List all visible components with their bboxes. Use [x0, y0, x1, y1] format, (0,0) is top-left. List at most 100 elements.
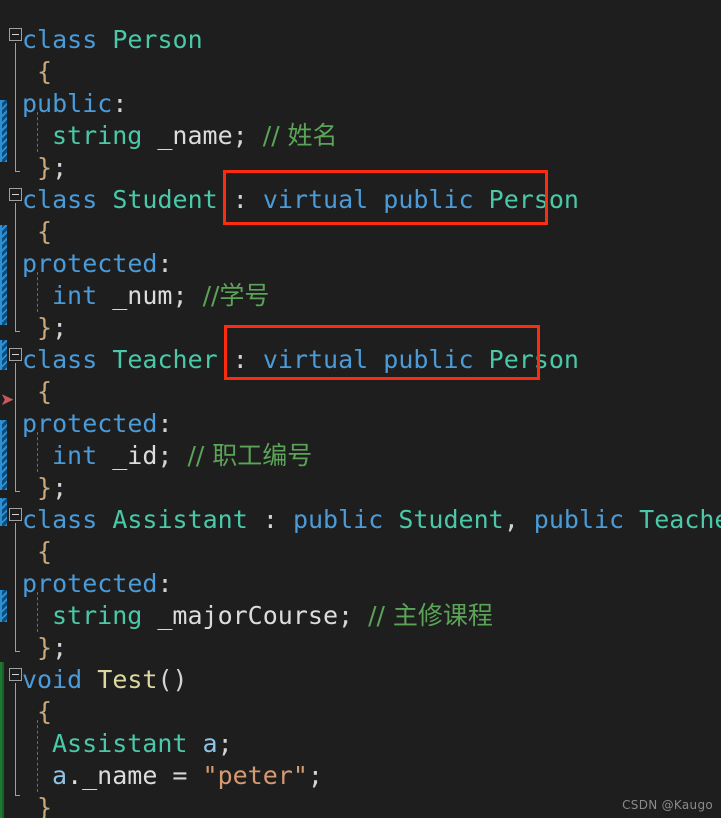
code-token: : — [157, 569, 173, 598]
code-token: _majorCourse — [157, 601, 338, 630]
code-token: : — [112, 89, 128, 118]
code-token: ; — [217, 729, 233, 758]
code-token: string — [52, 601, 143, 630]
code-token: Teacher — [639, 505, 721, 534]
indent-guide — [37, 592, 38, 632]
code-token: { — [37, 217, 53, 246]
code-token: class — [22, 505, 98, 534]
code-token: () — [157, 665, 188, 694]
code-token: Assistant — [112, 505, 248, 534]
code-token: "peter" — [202, 761, 308, 790]
code-token: int — [52, 441, 98, 470]
code-token: _num — [112, 281, 173, 310]
code-token: Student — [398, 505, 504, 534]
code-token: _name — [157, 121, 233, 150]
code-token: class — [22, 25, 98, 54]
code-token: ; — [307, 761, 323, 790]
code-token: { — [37, 57, 53, 86]
watermark-text: CSDN @Kaugo — [622, 798, 713, 812]
code-token: class — [22, 185, 98, 214]
code-token: ; — [52, 153, 68, 182]
code-token: } — [37, 633, 53, 662]
code-token: { — [37, 697, 53, 726]
code-line[interactable]: string _name; // 姓名 — [52, 116, 338, 156]
code-token: Test — [97, 665, 158, 694]
code-line[interactable]: class Student : virtual public Person — [22, 180, 579, 220]
code-token: protected — [22, 569, 158, 598]
code-line[interactable]: a._name = "peter"; — [52, 756, 323, 796]
code-line[interactable]: class Teacher : virtual public Person — [22, 340, 579, 380]
code-token: Assistant — [52, 729, 188, 758]
code-token: : — [217, 185, 263, 214]
code-line[interactable]: int _id; // 职工编号 — [52, 436, 312, 476]
code-line[interactable]: int _num; //学号 — [52, 276, 269, 316]
code-line[interactable]: string _majorCourse; // 主修课程 — [52, 596, 493, 636]
code-token: _id — [112, 441, 158, 470]
code-token: // 姓名 — [262, 121, 338, 150]
code-token: virtual — [262, 185, 369, 214]
code-token: a — [202, 729, 218, 758]
code-token: ._name — [67, 761, 158, 790]
code-line[interactable]: { — [37, 692, 52, 732]
code-token: : — [217, 345, 263, 374]
code-token: public — [292, 505, 384, 534]
code-token: } — [37, 473, 53, 502]
code-token: : — [157, 409, 173, 438]
code-token: protected — [22, 249, 158, 278]
code-content[interactable]: class Person{public: string _name; // 姓名}… — [0, 0, 721, 818]
code-token: Person — [488, 185, 579, 214]
code-token: public — [533, 505, 625, 534]
indent-guide — [37, 432, 38, 472]
code-editor[interactable]: ➤ class Person{public: string _name; // 姓… — [0, 0, 721, 818]
code-token: a — [52, 761, 68, 790]
indent-guide — [37, 272, 38, 312]
code-token: : — [157, 249, 173, 278]
code-token: // 职工编号 — [187, 441, 313, 470]
indent-guide — [37, 112, 38, 152]
indent-guide — [37, 752, 38, 792]
code-token: protected — [22, 409, 158, 438]
code-token: ; — [232, 121, 248, 150]
code-token: = — [157, 761, 203, 790]
code-token: public — [383, 345, 474, 374]
code-token: // 主修课程 — [368, 601, 493, 630]
code-line[interactable]: class Assistant : public Student, public… — [22, 500, 721, 540]
code-token: ; — [172, 281, 188, 310]
code-token: public — [383, 185, 474, 214]
code-token: public — [22, 89, 113, 118]
code-token: Person — [112, 25, 203, 54]
code-token: Person — [488, 345, 579, 374]
code-token: class — [22, 345, 98, 374]
code-token: { — [37, 537, 53, 566]
code-token: void — [22, 665, 83, 694]
code-token: ; — [52, 633, 68, 662]
code-token: //学号 — [202, 281, 270, 310]
code-token: } — [37, 153, 53, 182]
code-token: Teacher — [112, 345, 218, 374]
code-line[interactable]: } — [37, 788, 52, 818]
code-token: ; — [338, 601, 354, 630]
code-token: string — [52, 121, 143, 150]
code-token: ; — [52, 313, 68, 342]
code-token: Student — [112, 185, 218, 214]
code-token: : — [247, 505, 293, 534]
code-token: , — [503, 505, 534, 534]
